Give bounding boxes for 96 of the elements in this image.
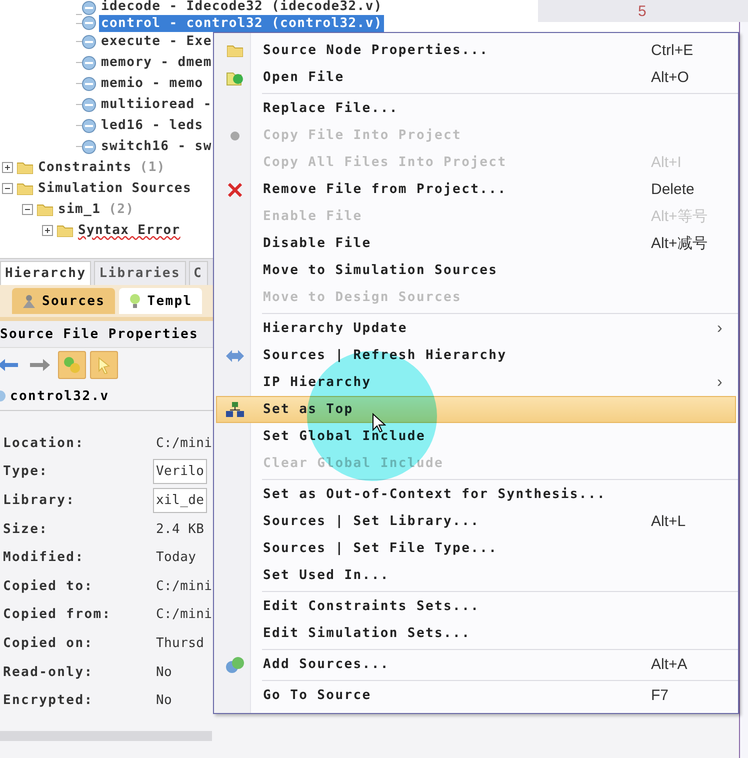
column-number: 5 — [638, 3, 646, 20]
property-value: No — [155, 664, 172, 680]
property-label: Copied on: — [2, 636, 94, 651]
item-count: (2) — [108, 202, 134, 217]
add-sources-icon — [225, 656, 245, 674]
refresh-icon — [225, 348, 245, 362]
tree-item[interactable]: Simulation Sources — [36, 180, 194, 197]
tree-item[interactable]: memio - memo — [99, 75, 206, 92]
property-label: Type: — [2, 464, 50, 480]
shortcut-label: F7 — [651, 687, 670, 704]
shortcut-label: Alt+减号 — [651, 234, 708, 253]
tab[interactable]: C — [188, 261, 208, 285]
property-field[interactable]: xil_de — [153, 488, 208, 513]
menu-item[interactable]: Set Used In... — [216, 562, 736, 589]
tree-item[interactable]: switch16 - sw — [99, 138, 214, 155]
lightbulb-icon — [129, 294, 142, 308]
menu-item[interactable]: Disable File Alt+减号 — [216, 230, 736, 257]
menu-item[interactable]: Edit Constraints Sets... — [216, 593, 736, 620]
pointer-button[interactable] — [90, 351, 118, 379]
menu-item[interactable]: IP Hierarchy › — [216, 369, 736, 396]
tab[interactable]: Libraries — [94, 261, 186, 285]
tree-item[interactable]: multiioread - — [99, 96, 214, 113]
horizontal-scrollbar[interactable] — [0, 730, 212, 741]
property-label: Encrypted: — [2, 693, 94, 708]
back-arrow-icon — [0, 356, 18, 374]
menu-item[interactable]: Edit Simulation Sets... — [216, 620, 736, 647]
menu-item[interactable]: Sources | Set File Type... — [216, 535, 736, 562]
tab[interactable]: Hierarchy — [0, 261, 92, 285]
shortcut-label: Alt+A — [651, 656, 688, 673]
property-label: Copied from: — [2, 607, 112, 622]
shortcut-label: Ctrl+E — [651, 42, 694, 59]
property-value: C:/mini — [155, 578, 212, 594]
file-name: control32.v — [10, 388, 110, 404]
folder-icon — [37, 203, 53, 216]
property-value: 2.4 KB — [155, 522, 204, 537]
module-icon — [82, 140, 96, 154]
property-field[interactable]: Verilo — [153, 459, 208, 484]
menu-item[interactable]: Move to Simulation Sources — [216, 257, 736, 284]
menu-item[interactable]: Sources | Set Library... Alt+L — [216, 508, 736, 535]
module-icon — [82, 118, 96, 132]
property-value: C:/mini — [155, 436, 212, 451]
module-icon — [82, 56, 96, 70]
property-label: Read-only: — [2, 664, 94, 680]
forward-arrow-icon — [30, 356, 50, 374]
tab[interactable]: Templ — [119, 288, 202, 314]
property-value: C:/mini — [155, 607, 212, 622]
collapse-icon[interactable] — [2, 183, 13, 194]
expand-icon[interactable] — [2, 162, 13, 173]
property-label: Library: — [2, 492, 76, 508]
collapse-icon[interactable] — [22, 204, 33, 215]
folder-icon — [17, 161, 33, 174]
dot-icon — [230, 130, 240, 140]
submenu-arrow: › — [717, 320, 724, 338]
folder-icon — [227, 44, 243, 57]
tree-item[interactable]: control - control32 (control32.v) — [99, 14, 384, 32]
tree-item[interactable]: Syntax Error — [76, 222, 182, 239]
open-file-icon — [226, 70, 244, 86]
module-icon — [82, 98, 96, 112]
tree-item[interactable]: execute - Exe — [99, 33, 214, 50]
menu-item[interactable]: Set Global Include — [216, 423, 736, 450]
property-label: Modified: — [2, 550, 86, 566]
hierarchy-icon — [226, 402, 244, 418]
shortcut-label: Alt+I — [651, 154, 682, 171]
tab[interactable]: Sources — [12, 288, 116, 314]
menu-item[interactable]: Remove File from Project... Delete — [216, 176, 736, 203]
folder-icon — [57, 224, 73, 237]
remove-icon — [228, 182, 242, 196]
property-value: Thursd — [155, 636, 204, 651]
property-label: Location: — [2, 436, 86, 451]
property-label: Size: — [2, 522, 50, 537]
tree-item[interactable]: sim_1 — [56, 201, 103, 218]
tree-item[interactable]: led16 - leds — [99, 117, 206, 134]
menu-item[interactable]: Set as Out-of-Context for Synthesis... — [216, 481, 736, 508]
shortcut-label: Alt+O — [651, 69, 690, 86]
menu-item[interactable]: Open File Alt+O — [216, 64, 736, 91]
person-icon — [22, 294, 36, 308]
menu-item[interactable]: Add Sources... Alt+A — [216, 651, 736, 678]
menu-item[interactable]: Replace File... — [216, 95, 736, 122]
expand-icon[interactable] — [42, 225, 53, 236]
shortcut-label: Alt+等号 — [651, 207, 708, 226]
shortcut-label: Alt+L — [651, 513, 687, 530]
property-value: Today — [155, 550, 196, 566]
property-value: No — [155, 693, 172, 708]
property-label: Copied to: — [2, 578, 94, 594]
shortcut-label: Delete — [651, 181, 696, 198]
tree-item[interactable]: memory - dmem — [99, 54, 214, 71]
module-icon — [82, 34, 96, 48]
menu-item[interactable]: Source Node Properties... Ctrl+E — [216, 37, 736, 64]
submenu-arrow: › — [717, 374, 724, 392]
menu-item[interactable]: Go To Source F7 — [216, 682, 736, 709]
folder-icon — [17, 182, 33, 195]
module-icon — [82, 76, 96, 90]
tree-item[interactable]: Constraints — [36, 159, 134, 176]
module-icon — [82, 16, 96, 30]
item-count: (1) — [140, 160, 166, 175]
link-icon — [62, 356, 82, 374]
